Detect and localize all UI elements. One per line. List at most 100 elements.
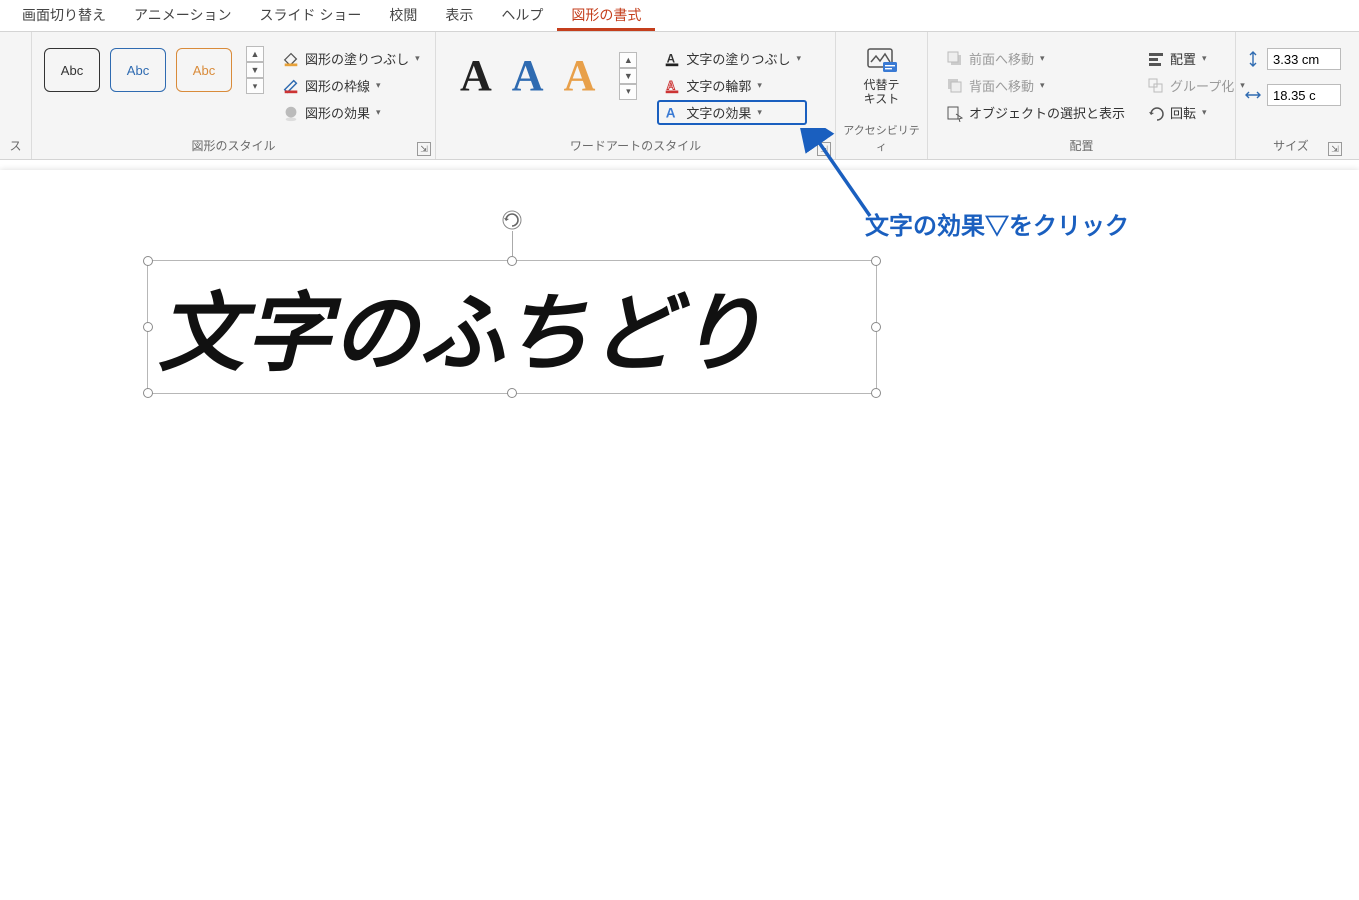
group-label-shape-styles: 図形のスタイル bbox=[38, 135, 429, 157]
shape-style-gallery[interactable]: Abc Abc Abc ▲ ▼ ▾ bbox=[38, 36, 270, 94]
ribbon-tabs: 画面切り替え アニメーション スライド ショー 校閲 表示 ヘルプ 図形の書式 bbox=[0, 0, 1359, 32]
resize-handle-bm[interactable] bbox=[507, 388, 517, 398]
canvas-area: 文字のふちどり 文字の効果▽をクリック bbox=[0, 170, 1359, 900]
slide[interactable]: 文字のふちどり 文字の効果▽をクリック bbox=[0, 170, 1359, 900]
resize-handle-ml[interactable] bbox=[143, 322, 153, 332]
alt-text-icon bbox=[865, 46, 899, 76]
chevron-down-icon: ▾ bbox=[1202, 53, 1207, 64]
resize-handle-tl[interactable] bbox=[143, 256, 153, 266]
tab-view[interactable]: 表示 bbox=[431, 0, 487, 31]
bring-forward-label: 前面へ移動 bbox=[969, 49, 1034, 68]
tab-review[interactable]: 校閲 bbox=[375, 0, 431, 31]
tab-animation[interactable]: アニメーション bbox=[120, 0, 245, 31]
chevron-down-icon: ▾ bbox=[757, 107, 762, 118]
resize-handle-mr[interactable] bbox=[871, 322, 881, 332]
chevron-down-icon: ▾ bbox=[1040, 80, 1045, 91]
tab-slideshow[interactable]: スライド ショー bbox=[245, 0, 375, 31]
gallery-more-button[interactable]: ▾ bbox=[246, 78, 264, 94]
send-backward-label: 背面へ移動 bbox=[969, 76, 1034, 95]
align-label: 配置 bbox=[1170, 49, 1196, 68]
shape-fill-button[interactable]: 図形の塗りつぶし▾ bbox=[276, 46, 426, 71]
tab-help[interactable]: ヘルプ bbox=[487, 0, 557, 31]
chevron-down-icon: ▾ bbox=[1202, 107, 1207, 118]
text-fill-icon: A bbox=[663, 50, 681, 68]
alt-text-label-2: キスト bbox=[864, 92, 900, 106]
selection-pane-label: オブジェクトの選択と表示 bbox=[969, 103, 1125, 122]
wordart-gallery-scroll: ▲ ▼ ▾ bbox=[619, 52, 637, 100]
shape-effects-label: 図形の効果 bbox=[305, 103, 370, 122]
chevron-down-icon: ▾ bbox=[1040, 53, 1045, 64]
align-icon bbox=[1147, 50, 1165, 68]
rotate-handle[interactable] bbox=[501, 209, 523, 231]
wordart-thumb-1[interactable]: A bbox=[460, 50, 492, 101]
width-icon bbox=[1244, 86, 1262, 104]
shape-style-thumb-3[interactable]: Abc bbox=[176, 48, 232, 92]
group-label-size: サイズ bbox=[1242, 135, 1340, 157]
wordart-gallery[interactable]: A A A ▲ ▼ ▾ bbox=[442, 36, 651, 101]
resize-handle-br[interactable] bbox=[871, 388, 881, 398]
text-effects-button[interactable]: A 文字の効果 ▾ bbox=[657, 100, 807, 125]
tab-transition[interactable]: 画面切り替え bbox=[8, 0, 120, 31]
chevron-down-icon: ▾ bbox=[796, 53, 801, 64]
selection-pane-button[interactable]: オブジェクトの選択と表示 bbox=[940, 100, 1131, 125]
group-label-accessibility: アクセシビリティ bbox=[842, 120, 921, 157]
group-shape-styles: Abc Abc Abc ▲ ▼ ▾ 図形の塗りつぶし▾ bbox=[32, 32, 436, 159]
gallery-up-button[interactable]: ▲ bbox=[246, 46, 264, 62]
shape-style-thumb-1[interactable]: Abc bbox=[44, 48, 100, 92]
gallery-down-button[interactable]: ▼ bbox=[246, 62, 264, 78]
shape-styles-launcher[interactable]: ⇲ bbox=[417, 142, 431, 156]
rotate-icon bbox=[1147, 104, 1165, 122]
group-wordart-styles: A A A ▲ ▼ ▾ A 文字の塗りつぶし ▾ A bbox=[436, 32, 836, 159]
wordart-thumb-2[interactable]: A bbox=[512, 50, 544, 101]
chevron-down-icon: ▾ bbox=[415, 53, 420, 64]
shape-text-content[interactable]: 文字のふちどり bbox=[148, 261, 876, 390]
selected-text-shape[interactable]: 文字のふちどり bbox=[147, 260, 877, 394]
text-outline-icon: A bbox=[663, 77, 681, 95]
text-effects-label: 文字の効果 bbox=[686, 103, 751, 122]
shape-effects-button[interactable]: 図形の効果▾ bbox=[276, 100, 426, 125]
shape-outline-button[interactable]: 図形の枠線▾ bbox=[276, 73, 426, 98]
selection-pane-icon bbox=[946, 104, 964, 122]
width-input[interactable]: 18.35 c bbox=[1267, 84, 1341, 106]
bring-forward-icon bbox=[946, 50, 964, 68]
group-icon bbox=[1147, 77, 1165, 95]
group-objects-label: グループ化 bbox=[1170, 76, 1234, 95]
resize-handle-bl[interactable] bbox=[143, 388, 153, 398]
rotate-button[interactable]: 回転 ▾ bbox=[1141, 100, 1251, 125]
pen-outline-icon bbox=[282, 77, 300, 95]
text-fill-label: 文字の塗りつぶし bbox=[686, 49, 790, 68]
tab-shape-format[interactable]: 図形の書式 bbox=[557, 0, 655, 31]
group-size: 3.33 cm 18.35 c サイズ ⇲ bbox=[1236, 32, 1346, 159]
shape-style-thumb-2[interactable]: Abc bbox=[110, 48, 166, 92]
svg-text:A: A bbox=[666, 105, 676, 120]
ribbon: ス Abc Abc Abc ▲ ▼ ▾ 図形の塗りつぶし▾ bbox=[0, 32, 1359, 160]
align-button[interactable]: 配置 ▾ bbox=[1141, 46, 1251, 71]
gallery-more-button[interactable]: ▾ bbox=[619, 84, 637, 100]
bring-forward-button[interactable]: 前面へ移動 ▾ bbox=[940, 46, 1131, 71]
chevron-down-icon: ▾ bbox=[757, 80, 762, 91]
group-label-partial: ス bbox=[6, 135, 25, 157]
callout-text: 文字の効果▽をクリック bbox=[865, 206, 1129, 241]
group-objects-button[interactable]: グループ化▾ bbox=[1141, 73, 1251, 98]
paint-bucket-icon bbox=[282, 50, 300, 68]
text-outline-button[interactable]: A 文字の輪郭 ▾ bbox=[657, 73, 807, 98]
send-backward-button[interactable]: 背面へ移動 ▾ bbox=[940, 73, 1131, 98]
resize-handle-tm[interactable] bbox=[507, 256, 517, 266]
gallery-scroll: ▲ ▼ ▾ bbox=[246, 46, 264, 94]
rotate-stem bbox=[512, 231, 513, 256]
wordart-launcher[interactable]: ⇲ bbox=[817, 142, 831, 156]
text-fill-button[interactable]: A 文字の塗りつぶし ▾ bbox=[657, 46, 807, 71]
gallery-up-button[interactable]: ▲ bbox=[619, 52, 637, 68]
gallery-down-button[interactable]: ▼ bbox=[619, 68, 637, 84]
wordart-thumb-3[interactable]: A bbox=[564, 50, 596, 101]
height-icon bbox=[1244, 50, 1262, 68]
text-effects-icon: A bbox=[663, 104, 681, 122]
size-launcher[interactable]: ⇲ bbox=[1328, 142, 1342, 156]
alt-text-button[interactable]: 代替テキスト bbox=[848, 36, 916, 107]
text-outline-label: 文字の輪郭 bbox=[686, 76, 751, 95]
alt-text-label-1: 代替テ bbox=[863, 78, 899, 92]
shape-effects-icon bbox=[282, 104, 300, 122]
height-input[interactable]: 3.33 cm bbox=[1267, 48, 1341, 70]
resize-handle-tr[interactable] bbox=[871, 256, 881, 266]
rotate-label: 回転 bbox=[1170, 103, 1196, 122]
